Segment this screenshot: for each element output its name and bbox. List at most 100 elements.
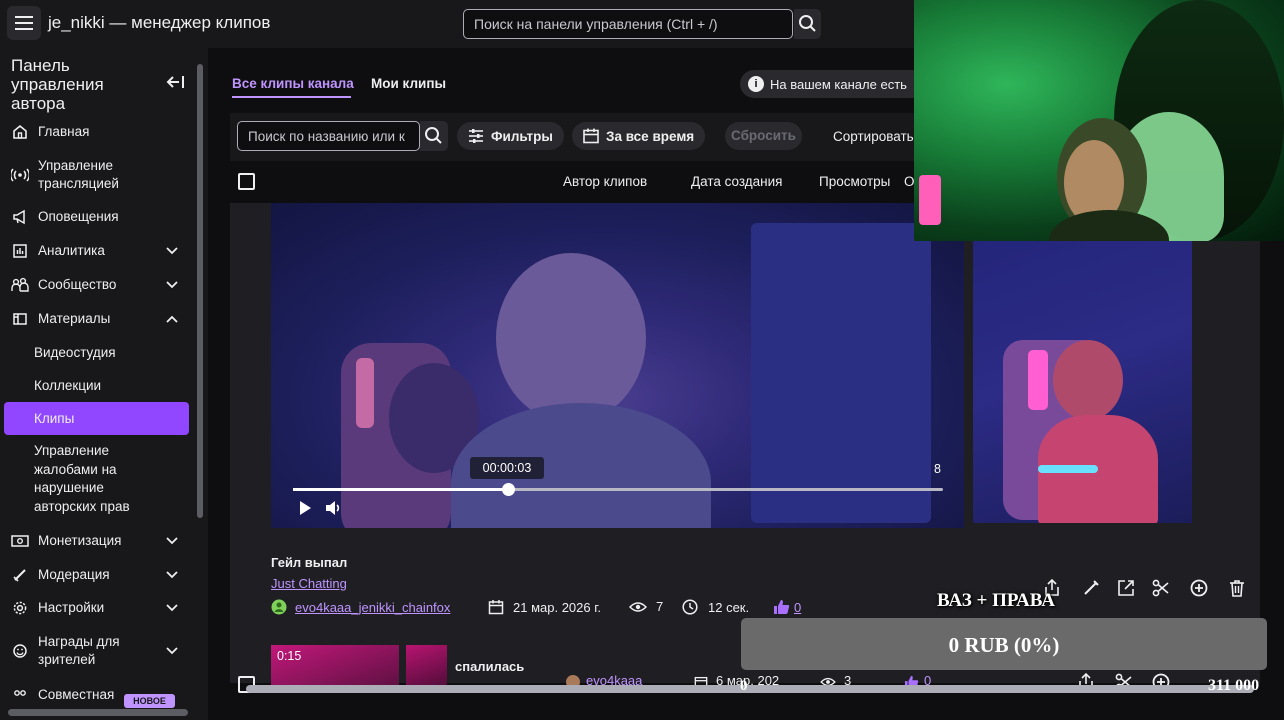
column-views[interactable]: Просмотры	[819, 174, 890, 189]
smile-icon	[11, 642, 29, 660]
clip-thumbnail-duration: 0:15	[277, 649, 302, 663]
sidebar-scrollbar[interactable]	[197, 64, 203, 518]
clip-video-player[interactable]: 00:00:03 8	[271, 203, 964, 528]
sidebar-item-alerts[interactable]: Оповещения	[0, 202, 196, 232]
sidebar-item-label: Главная	[38, 124, 90, 139]
collapse-sidebar-icon[interactable]	[165, 74, 185, 90]
clip-duration-text: 12 сек.	[708, 599, 750, 615]
sidebar-item-collections[interactable]: Коллекции	[0, 371, 196, 401]
seek-bar-handle[interactable]	[501, 483, 515, 496]
select-all-checkbox[interactable]	[238, 173, 255, 190]
sidebar-item-analytics[interactable]: Аналитика	[0, 236, 196, 266]
active-tab-indicator	[232, 96, 351, 98]
column-truncated[interactable]: О	[904, 174, 915, 189]
play-icon[interactable]	[298, 500, 312, 516]
filters-label: Фильтры	[491, 128, 553, 144]
donation-goal-max: 311 000	[1208, 677, 1260, 694]
clip-search-input[interactable]	[237, 121, 420, 151]
clip-title[interactable]: Гейл выпал	[271, 555, 347, 570]
person-head-shape	[496, 253, 646, 423]
clip-date-text: 21 мар. 2026 г.	[513, 599, 601, 615]
seek-bar-progress	[293, 488, 508, 491]
sidebar-item-settings[interactable]: Настройки	[0, 593, 196, 623]
sidebar-item-monetization[interactable]: Монетизация	[0, 526, 196, 556]
chevron-down-icon	[166, 571, 178, 579]
sidebar-item-stream-manager[interactable]: Управление трансляцией	[0, 156, 196, 194]
sidebar-item-label: Видеостудия	[34, 344, 116, 360]
sidebar-item-content[interactable]: Материалы	[0, 304, 196, 334]
filter-icon	[469, 129, 483, 143]
sidebar-item-viewer-rewards[interactable]: Награды для зрителей	[0, 632, 196, 670]
clip-views: 7	[629, 599, 663, 614]
thumbs-up-icon	[774, 600, 790, 614]
scissors-icon[interactable]	[1151, 578, 1171, 598]
author-avatar-icon	[271, 599, 287, 615]
cyan-light-shape	[1038, 465, 1098, 473]
clip-title[interactable]: спалилась	[455, 659, 524, 674]
clip-category-link[interactable]: Just Chatting	[271, 576, 347, 591]
chair-light-shape	[1028, 350, 1048, 410]
sidebar-item-label: Управление жалобами на нарушение авторск…	[34, 443, 130, 514]
volume-icon[interactable]	[324, 500, 342, 516]
end-time-label: 8	[934, 462, 941, 476]
chevron-down-icon	[166, 537, 178, 545]
open-external-icon[interactable]	[1116, 578, 1136, 598]
sidebar-item-label: Совместная	[38, 687, 115, 702]
sidebar-horizontal-scrollbar[interactable]	[8, 709, 188, 716]
calendar-icon	[583, 128, 599, 144]
hamburger-menu-button[interactable]	[7, 6, 41, 40]
pink-light-shape	[919, 175, 941, 225]
add-icon[interactable]	[1189, 578, 1209, 598]
chevron-down-icon	[166, 281, 178, 289]
sidebar-item-label: Аналитика	[38, 243, 105, 258]
trash-icon[interactable]	[1227, 578, 1247, 598]
sidebar-item-community[interactable]: Сообщество	[0, 270, 196, 300]
door-shape	[751, 223, 931, 523]
sidebar-item-copyright-claims[interactable]: Управление жалобами на нарушение авторск…	[0, 442, 196, 518]
calendar-icon	[488, 600, 504, 615]
sidebar-title: Панель управления автора	[11, 56, 104, 113]
clip-author-link[interactable]: evo4kaaa_jenikki_chainfox	[295, 600, 450, 615]
sort-button[interactable]: Сортировать	[833, 129, 914, 144]
sidebar-item-moderation[interactable]: Модерация	[0, 560, 196, 590]
column-created[interactable]: Дата создания	[691, 174, 783, 189]
reset-button[interactable]: Сбросить	[725, 122, 802, 150]
search-icon	[799, 15, 816, 32]
clip-likes-link[interactable]: 0	[794, 600, 801, 615]
money-icon	[11, 532, 29, 550]
chevron-down-icon	[166, 647, 178, 655]
donation-goal-progress-text: 0 RUB (0%)	[948, 633, 1060, 657]
megaphone-icon	[11, 208, 29, 226]
sidebar-item-home[interactable]: Главная	[0, 117, 196, 147]
period-button[interactable]: За все время	[572, 122, 705, 150]
clip-thumbnail[interactable]: 0:15	[271, 645, 399, 690]
sidebar-item-video-studio[interactable]: Видеостудия	[0, 338, 196, 368]
column-author[interactable]: Автор клипов	[563, 174, 647, 189]
tab-all-channel-clips[interactable]: Все клипы канала	[232, 76, 354, 91]
clip-likes[interactable]: 0	[773, 599, 801, 615]
sword-icon	[11, 566, 29, 584]
chevron-down-icon	[166, 247, 178, 255]
chart-icon	[11, 242, 29, 260]
sidebar-item-clips[interactable]: Клипы	[0, 404, 196, 434]
edit-icon[interactable]	[1081, 578, 1101, 598]
clip-search-button[interactable]	[420, 121, 448, 151]
sidebar-item-label: Модерация	[38, 567, 110, 582]
clip-thumbnail-secondary	[406, 645, 447, 690]
filters-button[interactable]: Фильтры	[457, 122, 564, 150]
clip-author[interactable]: evo4kaaa_jenikki_chainfox	[271, 599, 450, 615]
donation-goal-title: ВАЗ + ПРАВА	[937, 590, 1055, 611]
tab-my-clips[interactable]: Мои клипы	[371, 76, 446, 91]
donation-goal-bar: 0 RUB (0%)	[741, 618, 1267, 670]
chevron-up-icon	[166, 315, 178, 323]
sidebar-item-label: Оповещения	[38, 209, 119, 224]
table-horizontal-scrollbar[interactable]	[246, 685, 1254, 693]
chair-light-shape	[356, 358, 374, 428]
dashboard-search-input[interactable]	[463, 9, 793, 39]
info-banner[interactable]: i На вашем канале есть	[740, 70, 940, 98]
people-icon	[11, 276, 29, 294]
dashboard-search-button[interactable]	[794, 9, 821, 39]
eye-icon	[629, 601, 647, 612]
clip-preview-thumbnail	[973, 240, 1192, 523]
donation-goal-min: 0	[740, 678, 748, 694]
